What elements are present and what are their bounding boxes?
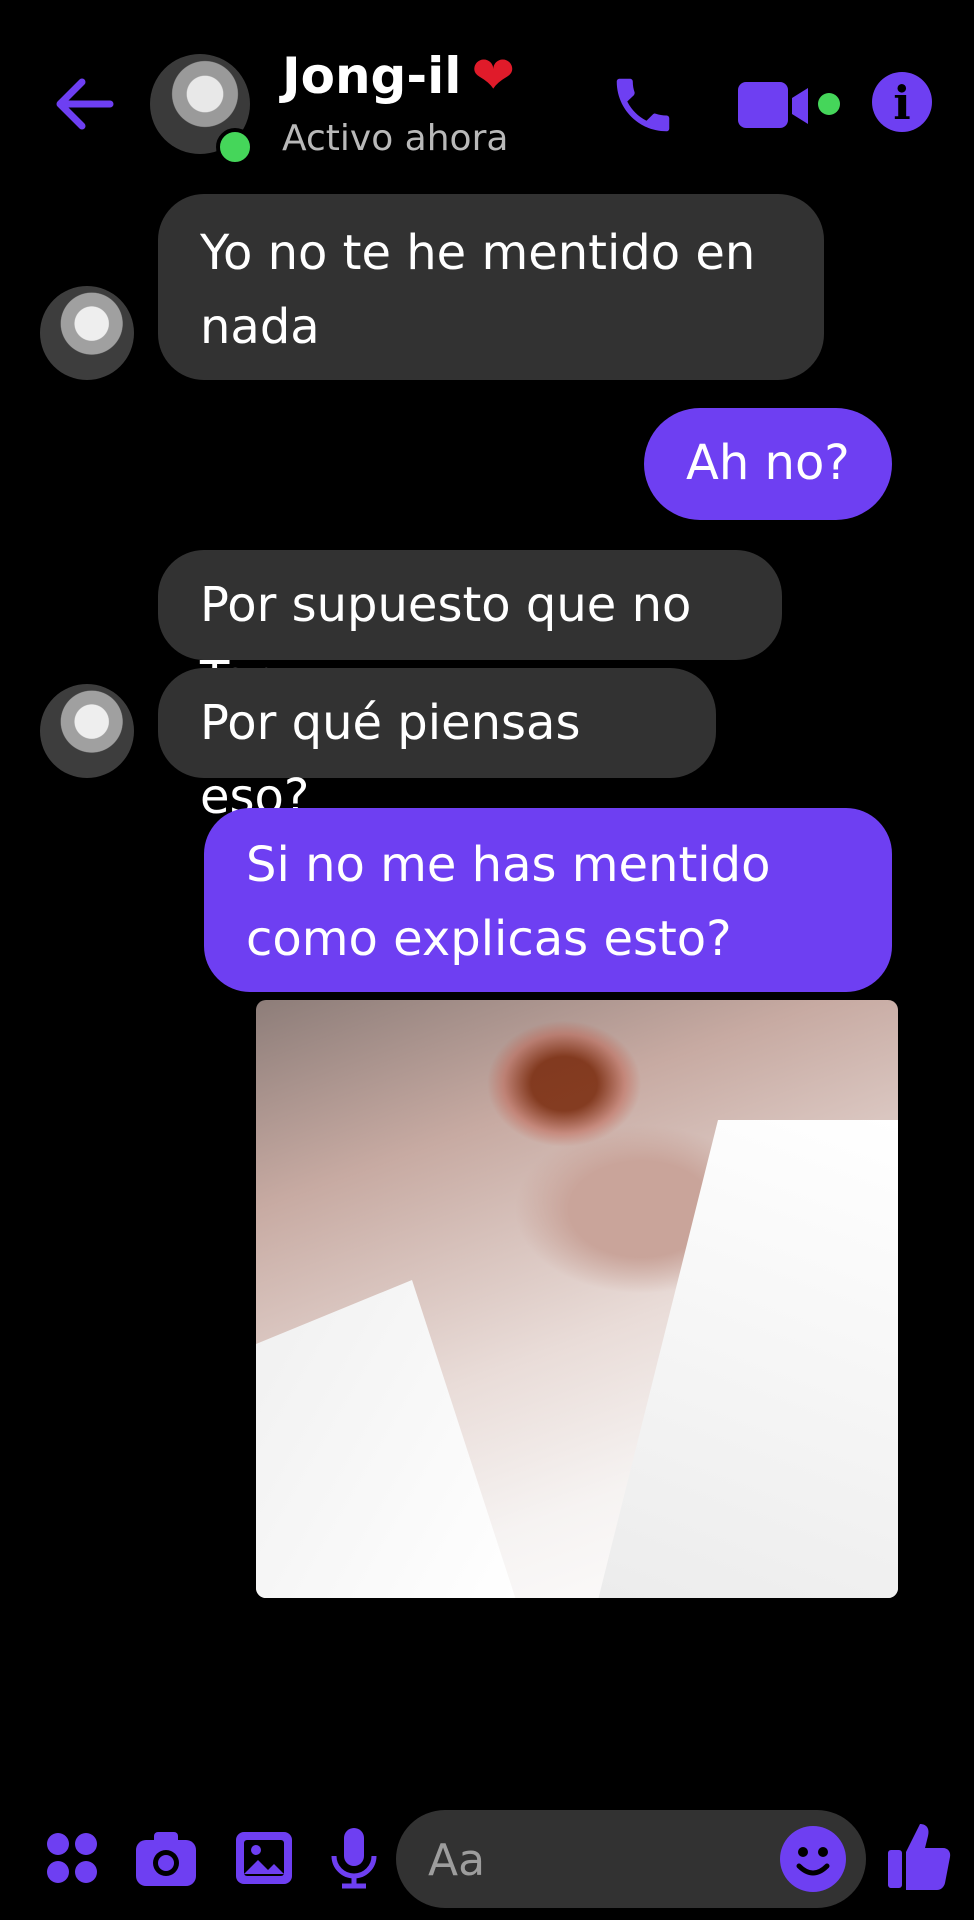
shared-photo[interactable] xyxy=(256,1000,898,1598)
heart-icon: ❤ xyxy=(471,46,515,106)
info-icon[interactable]: i xyxy=(872,72,932,132)
message-input[interactable] xyxy=(426,1832,750,1888)
message-bubble-incoming[interactable]: Yo no te he mentido en nada xyxy=(158,194,824,380)
gallery-icon[interactable] xyxy=(232,1826,296,1890)
phone-icon[interactable] xyxy=(608,70,678,140)
message-composer[interactable] xyxy=(396,1810,866,1908)
contact-status: Activo ahora xyxy=(282,118,509,159)
contact-name-text: Jong-il xyxy=(282,47,462,105)
apps-grid-icon[interactable] xyxy=(42,1826,106,1890)
message-bubble-outgoing[interactable]: Si no me has mentido como explicas esto? xyxy=(204,808,892,992)
video-camera-icon[interactable] xyxy=(736,76,826,136)
message-bubble-incoming[interactable]: Por qué piensas eso? xyxy=(158,668,716,825)
contact-avatar-small[interactable] xyxy=(40,684,134,778)
video-active-dot xyxy=(818,93,840,115)
thumbs-up-icon[interactable] xyxy=(886,1820,952,1892)
contact-avatar-small[interactable] xyxy=(40,286,134,380)
emoji-icon[interactable] xyxy=(780,1826,846,1892)
back-arrow-icon[interactable] xyxy=(52,72,116,136)
camera-icon[interactable] xyxy=(134,1826,198,1890)
message-bubble-outgoing[interactable]: Ah no? xyxy=(644,408,892,520)
message-bubble-incoming[interactable]: Por supuesto que no Tae xyxy=(158,550,782,707)
microphone-icon[interactable] xyxy=(322,1826,386,1890)
photo-shirt-left xyxy=(256,1280,516,1598)
info-glyph: i xyxy=(893,76,911,130)
online-indicator xyxy=(216,128,254,166)
contact-name[interactable]: Jong-il ❤ xyxy=(282,46,515,106)
photo-shirt-right xyxy=(598,1120,898,1598)
